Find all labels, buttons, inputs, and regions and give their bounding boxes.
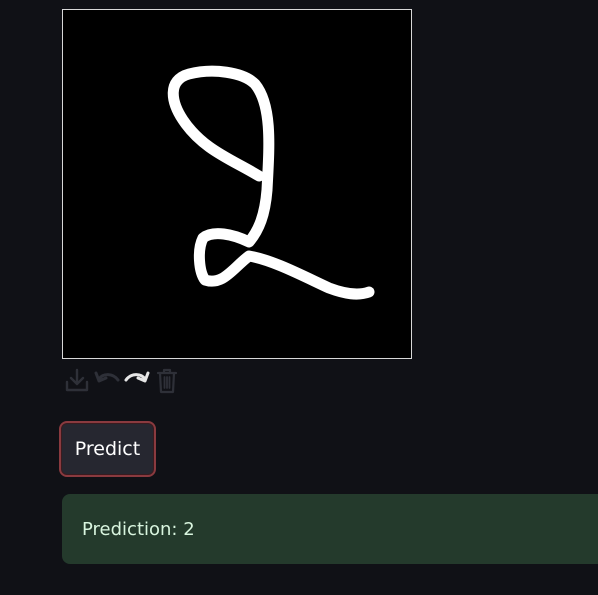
predict-button[interactable]: Predict xyxy=(59,421,156,477)
trash-icon xyxy=(156,368,178,394)
clear-button[interactable] xyxy=(152,364,182,396)
app-page: Predict Prediction: 2 xyxy=(0,0,598,595)
canvas-toolbar xyxy=(62,364,182,396)
digit-stroke xyxy=(167,65,375,300)
download-button[interactable] xyxy=(62,364,92,396)
drawing-canvas[interactable] xyxy=(62,9,412,359)
redo-button[interactable] xyxy=(122,364,152,396)
undo-button[interactable] xyxy=(92,364,122,396)
prediction-result: Prediction: 2 xyxy=(62,494,598,564)
drawn-digit xyxy=(167,65,375,300)
prediction-text: Prediction: 2 xyxy=(82,518,195,540)
download-icon xyxy=(65,368,89,392)
undo-icon xyxy=(94,371,120,383)
redo-icon xyxy=(124,371,150,383)
